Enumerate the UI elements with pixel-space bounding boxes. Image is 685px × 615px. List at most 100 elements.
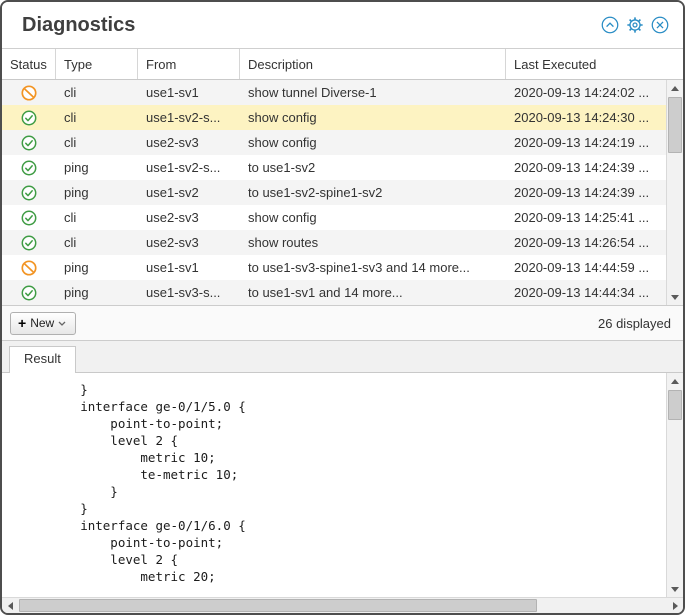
status-cell bbox=[2, 160, 56, 176]
last-executed-cell: 2020-09-13 14:24:02 ... bbox=[506, 85, 666, 100]
last-executed-cell: 2020-09-13 14:24:19 ... bbox=[506, 135, 666, 150]
status-cell bbox=[2, 85, 56, 101]
description-cell: show config bbox=[240, 110, 506, 125]
description-cell: show config bbox=[240, 135, 506, 150]
success-icon bbox=[21, 160, 37, 176]
description-cell: to use1-sv2 bbox=[240, 160, 506, 175]
type-cell: ping bbox=[56, 260, 138, 275]
table-row[interactable]: cli use2-sv3 show config 2020-09-13 14:2… bbox=[2, 130, 666, 155]
type-cell: ping bbox=[56, 285, 138, 300]
status-cell bbox=[2, 135, 56, 151]
success-icon bbox=[21, 285, 37, 301]
type-cell: cli bbox=[56, 85, 138, 100]
scroll-down-icon[interactable] bbox=[667, 581, 683, 597]
table-body: cli use1-sv1 show tunnel Diverse-1 2020-… bbox=[2, 80, 683, 306]
table-rows: cli use1-sv1 show tunnel Diverse-1 2020-… bbox=[2, 80, 666, 305]
status-cell bbox=[2, 235, 56, 251]
result-scrollbar[interactable] bbox=[666, 373, 683, 597]
table-scrollbar-thumb[interactable] bbox=[668, 97, 682, 153]
plus-icon: + bbox=[18, 316, 26, 330]
status-cell bbox=[2, 285, 56, 301]
type-cell: cli bbox=[56, 135, 138, 150]
from-cell: use1-sv2 bbox=[138, 185, 240, 200]
table-header: Status Type From Description Last Execut… bbox=[2, 49, 683, 80]
from-cell: use2-sv3 bbox=[138, 235, 240, 250]
result-scrollbar-thumb[interactable] bbox=[668, 390, 682, 420]
status-cell bbox=[2, 110, 56, 126]
from-cell: use2-sv3 bbox=[138, 135, 240, 150]
column-header-description[interactable]: Description bbox=[240, 49, 506, 79]
result-output: } interface ge-0/1/5.0 { point-to-point;… bbox=[2, 373, 666, 597]
description-cell: show config bbox=[240, 210, 506, 225]
table-row[interactable]: ping use1-sv1 to use1-sv3-spine1-sv3 and… bbox=[2, 255, 666, 280]
from-cell: use1-sv1 bbox=[138, 260, 240, 275]
table-row[interactable]: cli use1-sv1 show tunnel Diverse-1 2020-… bbox=[2, 80, 666, 105]
description-cell: show routes bbox=[240, 235, 506, 250]
last-executed-cell: 2020-09-13 14:44:34 ... bbox=[506, 285, 666, 300]
type-cell: cli bbox=[56, 210, 138, 225]
titlebar-actions bbox=[601, 16, 669, 34]
description-cell: to use1-sv1 and 14 more... bbox=[240, 285, 506, 300]
blocked-icon bbox=[21, 85, 37, 101]
horizontal-scrollbar-thumb[interactable] bbox=[19, 599, 537, 612]
status-cell bbox=[2, 260, 56, 276]
last-executed-cell: 2020-09-13 14:26:54 ... bbox=[506, 235, 666, 250]
table-row[interactable]: ping use1-sv3-s... to use1-sv1 and 14 mo… bbox=[2, 280, 666, 305]
type-cell: ping bbox=[56, 160, 138, 175]
column-header-last-executed[interactable]: Last Executed bbox=[506, 49, 683, 79]
from-cell: use1-sv3-s... bbox=[138, 285, 240, 300]
page-title: Diagnostics bbox=[22, 14, 135, 37]
close-icon[interactable] bbox=[651, 16, 669, 34]
chevron-down-icon bbox=[58, 321, 66, 326]
success-icon bbox=[21, 110, 37, 126]
description-cell: to use1-sv2-spine1-sv2 bbox=[240, 185, 506, 200]
diagnostics-window: Diagnostics bbox=[0, 0, 685, 615]
from-cell: use1-sv2-s... bbox=[138, 110, 240, 125]
table-scrollbar[interactable] bbox=[666, 80, 683, 305]
status-cell bbox=[2, 185, 56, 201]
success-icon bbox=[21, 210, 37, 226]
horizontal-scrollbar[interactable] bbox=[2, 597, 683, 613]
last-executed-cell: 2020-09-13 14:24:39 ... bbox=[506, 160, 666, 175]
displayed-count: 26 displayed bbox=[598, 316, 671, 331]
last-executed-cell: 2020-09-13 14:24:39 ... bbox=[506, 185, 666, 200]
last-executed-cell: 2020-09-13 14:24:30 ... bbox=[506, 110, 666, 125]
success-icon bbox=[21, 235, 37, 251]
table-row[interactable]: cli use2-sv3 show routes 2020-09-13 14:2… bbox=[2, 230, 666, 255]
tab-result[interactable]: Result bbox=[9, 346, 76, 373]
table-row[interactable]: cli use1-sv2-s... show config 2020-09-13… bbox=[2, 105, 666, 130]
from-cell: use1-sv1 bbox=[138, 85, 240, 100]
new-button[interactable]: + New bbox=[10, 312, 76, 335]
scroll-right-icon[interactable] bbox=[667, 598, 683, 613]
column-header-from[interactable]: From bbox=[138, 49, 240, 79]
type-cell: cli bbox=[56, 110, 138, 125]
last-executed-cell: 2020-09-13 14:44:59 ... bbox=[506, 260, 666, 275]
result-pane: } interface ge-0/1/5.0 { point-to-point;… bbox=[2, 373, 683, 597]
type-cell: cli bbox=[56, 235, 138, 250]
tab-bar: Result bbox=[2, 341, 683, 373]
titlebar: Diagnostics bbox=[2, 2, 683, 49]
grid-toolbar: + New 26 displayed bbox=[2, 306, 683, 341]
blocked-icon bbox=[21, 260, 37, 276]
from-cell: use2-sv3 bbox=[138, 210, 240, 225]
table-row[interactable]: ping use1-sv2-s... to use1-sv2 2020-09-1… bbox=[2, 155, 666, 180]
scroll-down-icon[interactable] bbox=[667, 289, 683, 305]
success-icon bbox=[21, 135, 37, 151]
from-cell: use1-sv2-s... bbox=[138, 160, 240, 175]
description-cell: to use1-sv3-spine1-sv3 and 14 more... bbox=[240, 260, 506, 275]
success-icon bbox=[21, 185, 37, 201]
column-header-type[interactable]: Type bbox=[56, 49, 138, 79]
status-cell bbox=[2, 210, 56, 226]
table-row[interactable]: ping use1-sv2 to use1-sv2-spine1-sv2 202… bbox=[2, 180, 666, 205]
scroll-up-icon[interactable] bbox=[667, 373, 683, 389]
column-header-status[interactable]: Status bbox=[2, 49, 56, 79]
new-button-label: New bbox=[30, 316, 54, 330]
collapse-icon[interactable] bbox=[601, 16, 619, 34]
gear-icon[interactable] bbox=[626, 16, 644, 34]
description-cell: show tunnel Diverse-1 bbox=[240, 85, 506, 100]
last-executed-cell: 2020-09-13 14:25:41 ... bbox=[506, 210, 666, 225]
scroll-left-icon[interactable] bbox=[2, 598, 18, 613]
table-row[interactable]: cli use2-sv3 show config 2020-09-13 14:2… bbox=[2, 205, 666, 230]
scroll-up-icon[interactable] bbox=[667, 80, 683, 96]
type-cell: ping bbox=[56, 185, 138, 200]
